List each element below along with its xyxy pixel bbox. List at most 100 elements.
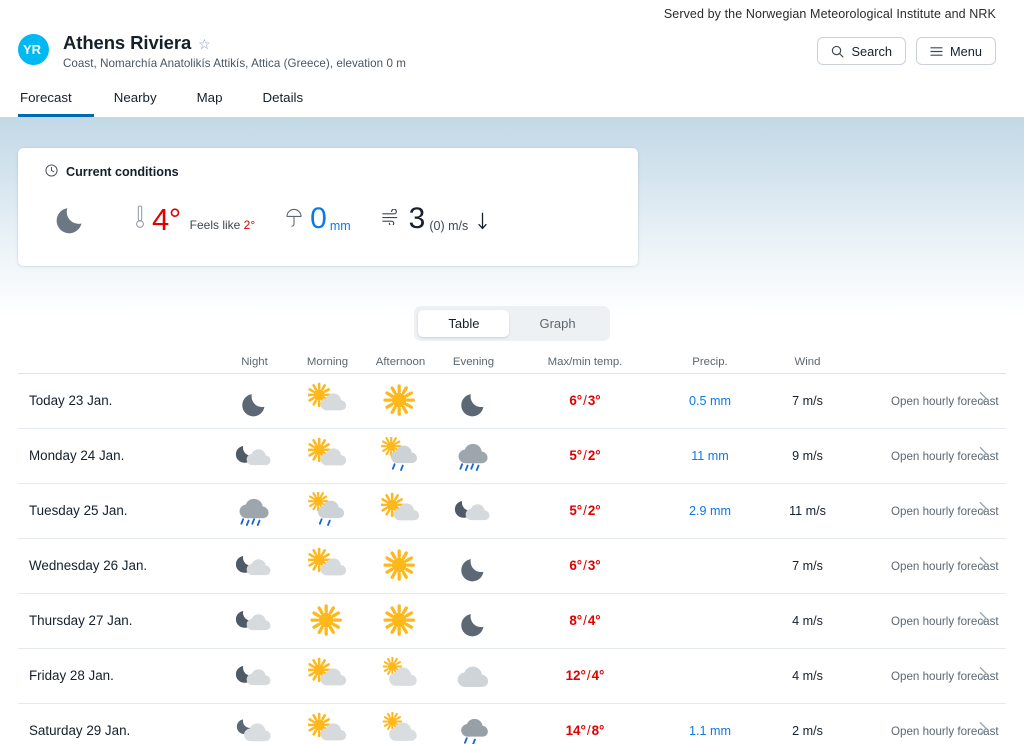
search-icon [831,45,844,58]
table-row[interactable]: Monday 24 Jan. 5°/2° 11 mm 9 m/s Open hourly… [18,429,1006,484]
wind-cell-wrap: 4 m/s [760,612,855,630]
page-root: Served by the Norwegian Meteorological I… [0,0,1024,744]
day-label-cell: Monday 24 Jan. [18,447,218,465]
sun-cloud-icon [291,381,364,421]
weather-icon-night [218,381,291,421]
cloud-icon [437,656,510,696]
sun-cloud-icon [291,656,364,696]
wind-cell-wrap: 7 m/s [760,557,855,575]
moon-icon [437,601,510,641]
sun-cloud-light-icon [364,656,437,696]
wind-cell-wrap: 9 m/s [760,447,855,465]
yr-logo-icon[interactable]: YR [18,34,49,65]
day-label-cell: Friday 28 Jan. [18,667,218,685]
table-row[interactable]: Today 23 Jan. 6°/3° 0.5 mm 7 m/s Open hourly… [18,374,1006,429]
col-header-temp: Max/min temp. [547,355,623,368]
max-min-temp: 6°/3° [569,558,601,573]
day-label-cell: Tuesday 25 Jan. [18,502,218,520]
wind-value: 7 m/s [792,394,823,408]
hourly-forecast-link[interactable]: Open hourly forecast [855,611,1006,630]
place-subtitle: Coast, Nomarchía Anatolikís Attikís, Att… [63,57,406,70]
chevron-right-icon [979,501,988,521]
hourly-forecast-link[interactable]: Open hourly forecast [855,446,1006,466]
feels-like-label: Feels like [189,218,241,232]
table-row[interactable]: Thursday 27 Jan. 8°/4° 4 m/s Open hourly fo… [18,594,1006,649]
temperature-cell: 5°/2° [510,502,660,520]
weather-icon-night [218,656,291,696]
sun-cloud-icon [291,711,364,744]
moon-cloud-icon [218,656,291,696]
moon-icon [218,381,291,421]
max-min-temp: 5°/2° [569,448,601,463]
wind-cell-wrap: 11 m/s [760,502,855,520]
tab-nearby[interactable]: Nearby [94,84,177,117]
weather-icon-night [218,711,291,744]
precipitation-cell: 1.1 mm [660,722,760,740]
hourly-forecast-link[interactable]: Open hourly forecast [855,721,1006,740]
precip-value: 2.9 mm [689,504,731,518]
current-conditions-card: Current conditions 4° Feels like 2° 0 mm… [18,148,638,266]
weather-icon-night [218,491,291,531]
table-row[interactable]: Wednesday 26 Jan. 6°/3° 7 m/s Open hourly f… [18,539,1006,594]
tab-forecast[interactable]: Forecast [18,84,94,117]
main-nav-tabs: Forecast Nearby Map Details [18,84,323,117]
weather-icon-morning [291,601,364,641]
day-label-cell: Thursday 27 Jan. [18,612,218,630]
table-row[interactable]: Saturday 29 Jan. 14°/8° 1.1 mm 2 m/s Open ho… [18,704,1006,744]
hourly-forecast-link[interactable]: Open hourly forecast [855,501,1006,521]
col-header-wind: Wind [794,355,821,368]
moon-cloud-icon [437,491,510,531]
col-header-morning: Morning [306,355,349,368]
precip-value: 0.5 mm [689,394,731,408]
arrow-down-icon [477,212,488,236]
wind-cell-wrap: 2 m/s [760,722,855,740]
weather-icon-morning [291,436,364,476]
moon-cloud-icon [218,601,291,641]
toggle-graph[interactable]: Graph [509,310,605,337]
sun-cloud-rain-icon [291,491,364,531]
forecast-rows: Today 23 Jan. 6°/3° 0.5 mm 7 m/s Open hourly… [18,374,1006,744]
max-min-temp: 6°/3° [569,393,601,408]
day-label-cell: Saturday 29 Jan. [18,722,218,740]
cloud-dark-rain-icon [437,711,510,744]
star-icon[interactable]: ☆ [198,37,211,51]
chevron-right-icon [979,446,988,466]
sun-icon [291,601,364,641]
page-title: Athens Riviera [63,32,192,53]
hourly-forecast-link[interactable]: Open hourly forecast [855,666,1006,685]
temperature-cell: 5°/2° [510,447,660,465]
hourly-forecast-link[interactable]: Open hourly forecast [855,556,1006,575]
table-row[interactable]: Friday 28 Jan. 12°/4° 4 m/s Open hourly for… [18,649,1006,704]
wind-value: 4 m/s [792,669,823,683]
search-button-label: Search [851,43,892,59]
current-wind-value: 3 [408,202,426,235]
hamburger-icon [930,46,943,57]
hourly-forecast-link[interactable]: Open hourly forecast [855,391,1006,410]
day-label: Today 23 Jan. [29,393,113,408]
current-conditions-title-row: Current conditions [45,164,179,180]
search-button[interactable]: Search [817,37,906,65]
current-conditions-label: Current conditions [66,165,179,179]
temperature-cell: 6°/3° [510,557,660,575]
header-actions: Search Menu [817,37,996,65]
weather-icon-afternoon [364,601,437,641]
temperature-cell: 6°/3° [510,392,660,410]
menu-button[interactable]: Menu [915,37,996,65]
tab-details[interactable]: Details [242,84,323,117]
cloud-rain-icon [437,436,510,476]
moon-cloud-light-icon [218,711,291,744]
wind-cell-wrap: 7 m/s [760,392,855,410]
wind-cell-wrap: 4 m/s [760,667,855,685]
toggle-table[interactable]: Table [418,310,510,337]
current-wind-group: 3 (0) m/s [381,204,489,234]
menu-button-label: Menu [949,43,982,59]
weather-icon-evening [437,711,510,744]
weather-icon-night [218,546,291,586]
table-row[interactable]: Tuesday 25 Jan. 5°/2° 2.9 mm 11 m/s Open hou… [18,484,1006,539]
weather-icon-night [218,436,291,476]
tab-map[interactable]: Map [177,84,243,117]
current-precipitation-unit: mm [329,219,351,233]
sun-icon [364,601,437,641]
weather-icon-afternoon [364,436,437,476]
current-wind-unit: (0) m/s [429,219,469,233]
